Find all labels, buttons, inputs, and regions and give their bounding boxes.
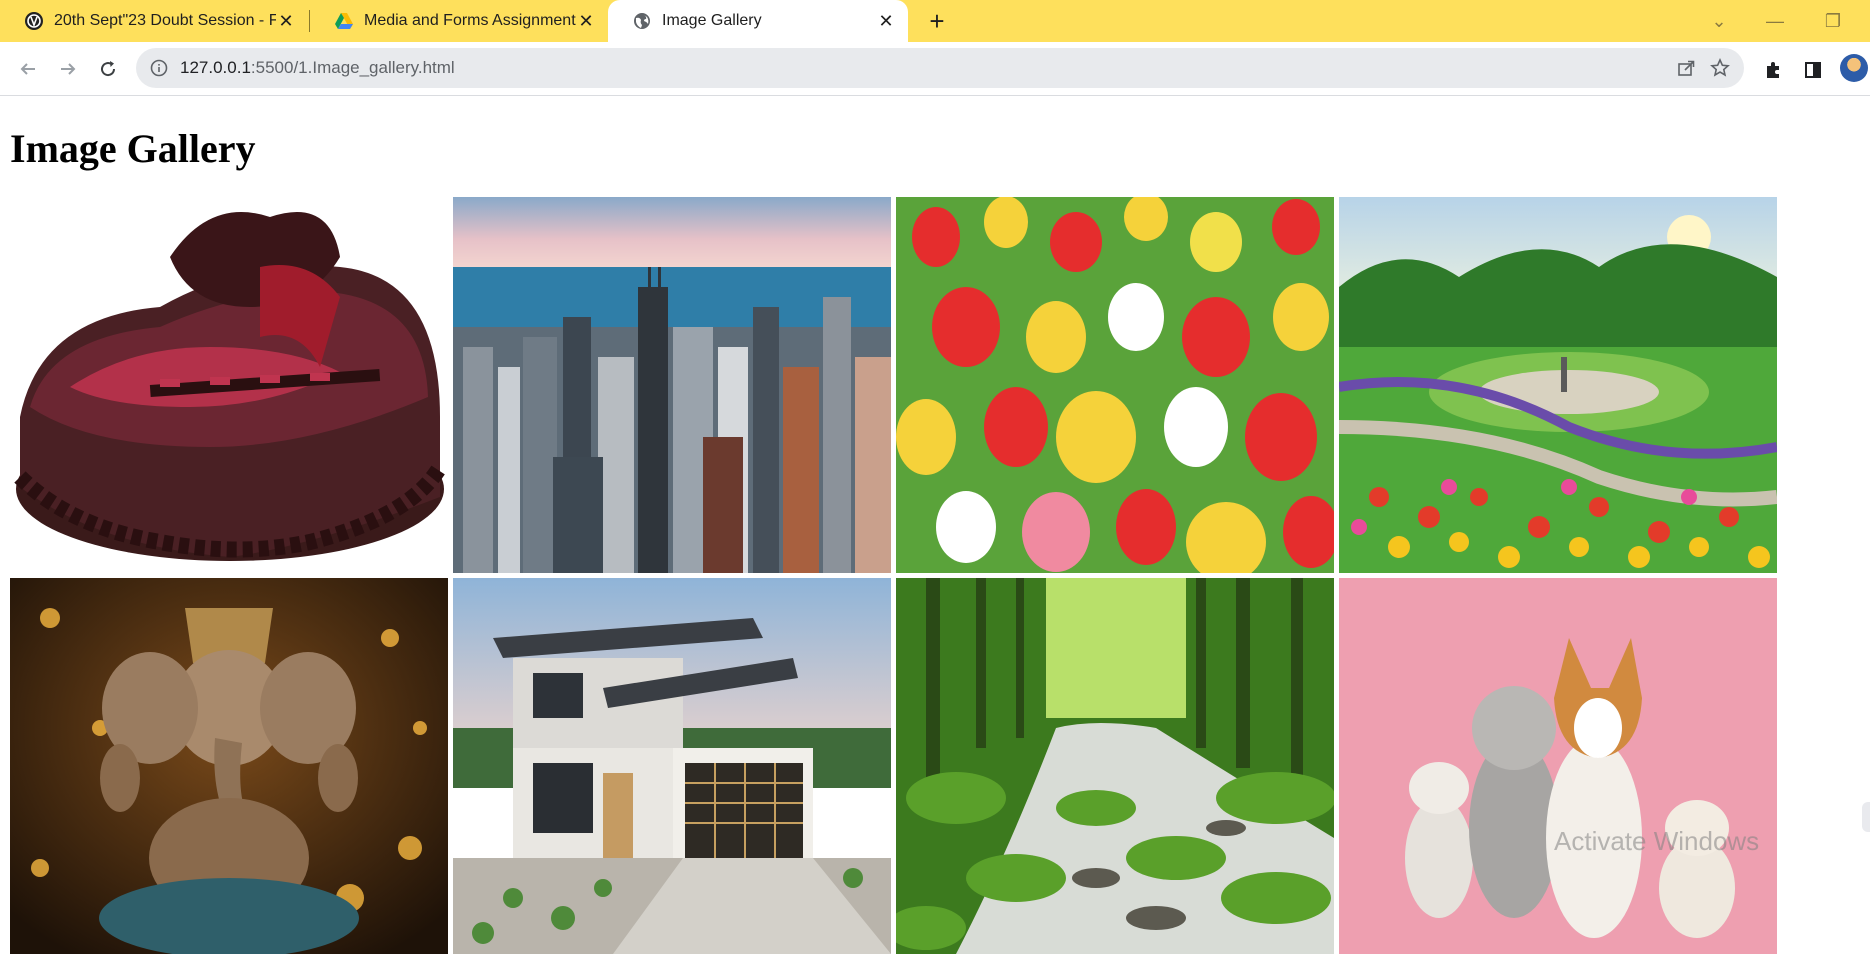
minimize-icon[interactable]: —	[1752, 0, 1798, 42]
globe-icon	[632, 11, 652, 31]
gallery-image-city[interactable]	[453, 197, 891, 573]
forward-icon[interactable]	[52, 53, 84, 85]
tab-media-forms[interactable]: Media and Forms Assignment.pd ✕	[310, 0, 608, 42]
house-image	[453, 578, 891, 954]
image-gallery	[10, 197, 1780, 954]
gallery-image-ganesha[interactable]	[10, 578, 448, 954]
reload-icon[interactable]	[92, 53, 124, 85]
cake-image	[10, 197, 448, 573]
gallery-image-cake[interactable]	[10, 197, 448, 573]
ganesha-image	[10, 578, 448, 954]
close-tab-icon[interactable]: ✕	[876, 11, 896, 31]
extensions-icon[interactable]	[1760, 57, 1786, 83]
profile-avatar[interactable]	[1840, 54, 1868, 82]
bookmark-star-icon[interactable]	[1708, 56, 1732, 80]
new-tab-button[interactable]: +	[922, 6, 952, 36]
gallery-image-tulips[interactable]	[896, 197, 1334, 573]
tab-search-icon[interactable]: ⌄	[1696, 0, 1742, 42]
close-tab-icon[interactable]: ✕	[276, 11, 296, 31]
google-drive-icon	[334, 11, 354, 31]
browser-toolbar: 127.0.0.1:5500/1.Image_gallery.html	[0, 42, 1870, 96]
activate-windows-watermark: Activate Windows	[1554, 826, 1760, 856]
address-bar[interactable]: 127.0.0.1:5500/1.Image_gallery.html	[136, 48, 1744, 88]
tab-image-gallery[interactable]: Image Gallery ✕	[608, 0, 908, 42]
tulips-image	[896, 197, 1334, 573]
back-icon[interactable]	[12, 53, 44, 85]
restore-icon[interactable]: ❐	[1810, 0, 1856, 42]
side-panel-icon[interactable]	[1800, 57, 1826, 83]
tab-title: 20th Sept"23 Doubt Session - Ful	[54, 12, 276, 29]
gallery-image-pets[interactable]	[1339, 578, 1777, 954]
site-favicon-icon	[24, 11, 44, 31]
forest-image	[896, 578, 1334, 954]
tab-doubt-session[interactable]: 20th Sept"23 Doubt Session - Ful ✕	[0, 0, 308, 42]
gallery-image-forest[interactable]	[896, 578, 1334, 954]
gallery-image-garden[interactable]	[1339, 197, 1777, 573]
url-host: 127.0.0.1	[180, 58, 251, 77]
tab-title: Media and Forms Assignment.pd	[364, 12, 576, 29]
edge-scroll-handle[interactable]	[1862, 802, 1870, 832]
url-path: :5500/1.Image_gallery.html	[250, 58, 455, 77]
site-info-icon[interactable]	[150, 59, 168, 77]
share-icon[interactable]	[1674, 56, 1698, 80]
pets-image	[1339, 578, 1777, 954]
page-title: Image Gallery	[10, 126, 256, 171]
garden-image	[1339, 197, 1777, 573]
city-image	[453, 197, 891, 573]
gallery-image-house[interactable]	[453, 578, 891, 954]
url-text: 127.0.0.1:5500/1.Image_gallery.html	[180, 58, 455, 78]
tab-title: Image Gallery	[662, 12, 762, 29]
close-tab-icon[interactable]: ✕	[576, 11, 596, 31]
tab-strip: 20th Sept"23 Doubt Session - Ful ✕ Media…	[0, 0, 1870, 42]
